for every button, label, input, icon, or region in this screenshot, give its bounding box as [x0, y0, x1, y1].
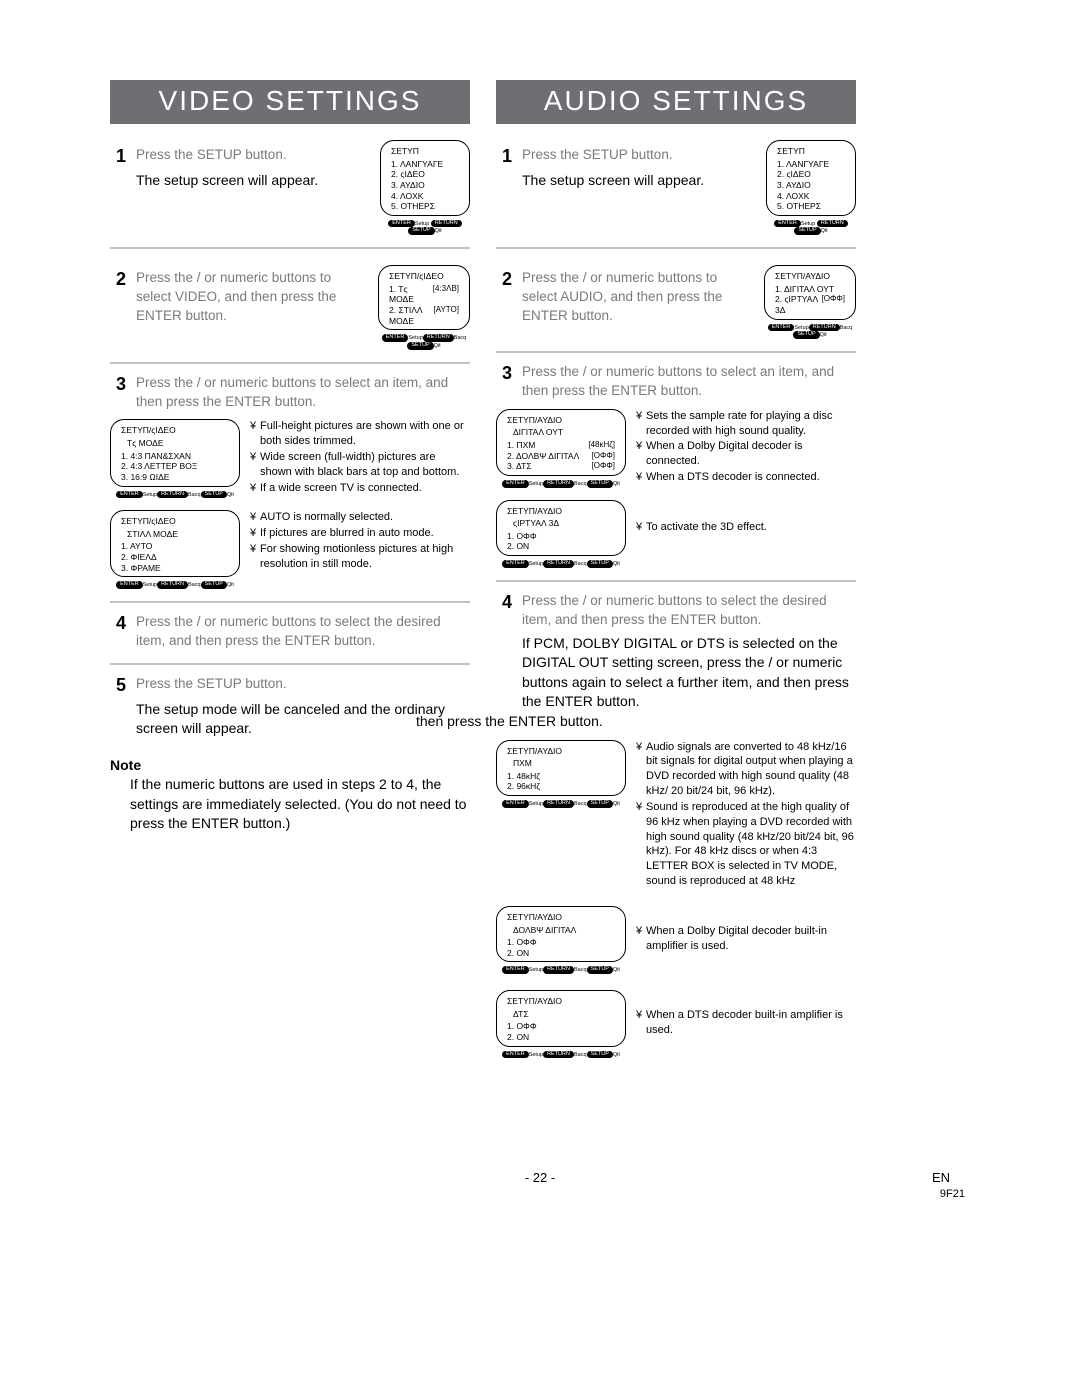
audio-column: 1 Press the SETUP button. The setup scre… [496, 126, 856, 1058]
footer-lang: EN [932, 1170, 950, 1185]
video-stillmode-callouts: AUTO is normally selected. If pictures a… [240, 510, 470, 572]
video-step3-osd-stillmode: ΣΕΤΥΠ/ςΙΔΕΟ ΣΤΙΛΛ ΜΟΔΕ 1. ΑΥΤΟ 2. ΦΙΕΛΔ … [110, 510, 240, 577]
audio-step1-result: The setup screen will appear. [522, 171, 754, 191]
footer-code: 9F21 [940, 1188, 965, 1200]
video-step5-instr: Press the SETUP button. [136, 675, 470, 694]
audio-virtual3d-callouts: To activate the 3D effect. [626, 500, 856, 536]
video-step2-osd: ΣΕΤΥΠ/ςΙΔΕΟ 1. Τς ΜΟΔΕ[4:3ΛΒ] 2. ΣΤΙΛΛ Μ… [378, 265, 470, 330]
audio-dolby-callouts: When a Dolby Digital decoder built-in am… [626, 906, 856, 955]
audio-step3-num: 3 [496, 363, 512, 384]
audio-step1-instr: Press the SETUP button. [522, 146, 754, 165]
video-step5-num: 5 [110, 675, 126, 696]
audio-step3-osd-digitalout: ΣΕΤΥΠ/ΑΥΔΙΟ ΔΙΓΙΤΑΛ ΟΥΤ 1. ΠΧΜ[48κΗζ] 2.… [496, 409, 626, 476]
audio-dts-callouts: When a DTS decoder built-in amplifier is… [626, 990, 856, 1039]
audio-step4-instr: Press the / or numeric buttons to select… [522, 592, 856, 630]
page-footer: - 22 - EN 9F21 [0, 1170, 1080, 1185]
video-settings-header: VIDEO SETTINGS [110, 80, 470, 124]
audio-pcm-osd: ΣΕΤΥΠ/ΑΥΔΙΟ ΠΧΜ 1. 48κΗζ 2. 96κΗζ [496, 740, 626, 797]
audio-conditional-text: If PCM, DOLBY DIGITAL or DTS is selected… [522, 634, 856, 712]
video-step4-instr: Press the / or numeric buttons to select… [136, 613, 470, 651]
video-step1-osd: ΣΕΤΥΠ 1. ΛΑΝΓΥΑΓΕ 2. ςΙΔΕΟ 3. ΑΥΔΙΟ 4. Λ… [380, 140, 470, 216]
audio-pcm-callouts: Audio signals are converted to 48 kHz/16… [626, 740, 856, 890]
video-step3-osd-tvmode: ΣΕΤΥΠ/ςΙΔΕΟ Τς ΜΟΔΕ 1. 4:3 ΠΑΝ&ΣΧΑΝ 2. 4… [110, 419, 240, 486]
audio-dts-osd: ΣΕΤΥΠ/ΑΥΔΙΟ ΔΤΣ 1. ΟΦΦ 2. ΟΝ [496, 990, 626, 1047]
audio-step1-osd: ΣΕΤΥΠ 1. ΛΑΝΓΥΑΓΕ 2. ςΙΔΕΟ 3. ΑΥΔΙΟ 4. Λ… [766, 140, 856, 216]
audio-step2-instr: Press the / or numeric buttons to select… [522, 269, 754, 326]
audio-step3-instr: Press the / or numeric buttons to select… [522, 363, 856, 401]
audio-settings-header: AUDIO SETTINGS [496, 80, 856, 124]
audio-digitalout-callouts: Sets the sample rate for playing a disc … [626, 409, 856, 486]
audio-step4-num: 4 [496, 592, 512, 613]
video-step1-result: The setup screen will appear. [136, 171, 368, 191]
note-heading: Note [110, 757, 470, 773]
page-number: - 22 - [525, 1170, 555, 1185]
video-step4-num: 4 [110, 613, 126, 634]
audio-step3-osd-virtual3d: ΣΕΤΥΠ/ΑΥΔΙΟ ςΙΡΤΥΑΛ 3Δ 1. ΟΦΦ 2. ΟΝ [496, 500, 626, 557]
audio-step2-osd: ΣΕΤΥΠ/ΑΥΔΙΟ 1. ΔΙΓΙΤΑΛ ΟΥΤ 2. ςΙΡΤΥΑΛ 3Δ… [764, 265, 856, 320]
video-step2-num: 2 [110, 269, 126, 290]
audio-conditional-cont: then press the ENTER button. [416, 712, 856, 732]
audio-dolby-osd: ΣΕΤΥΠ/ΑΥΔΙΟ ΔΟΛΒΨ ΔΙΓΙΤΑΛ 1. ΟΦΦ 2. ΟΝ [496, 906, 626, 963]
video-step1-num: 1 [110, 146, 126, 167]
audio-step1-num: 1 [496, 146, 512, 167]
audio-step2-num: 2 [496, 269, 512, 290]
osd-button-legend: ENTERSetup RETURN SETUPQit [380, 220, 470, 235]
video-tvmode-callouts: Full-height pictures are shown with one … [240, 419, 470, 496]
note-text: If the numeric buttons are used in steps… [130, 775, 470, 834]
video-step2-instr: Press the / or numeric buttons to select… [136, 269, 368, 326]
video-step1-instr: Press the SETUP button. [136, 146, 368, 165]
video-step3-instr: Press the / or numeric buttons to select… [136, 374, 470, 412]
video-step3-num: 3 [110, 374, 126, 395]
